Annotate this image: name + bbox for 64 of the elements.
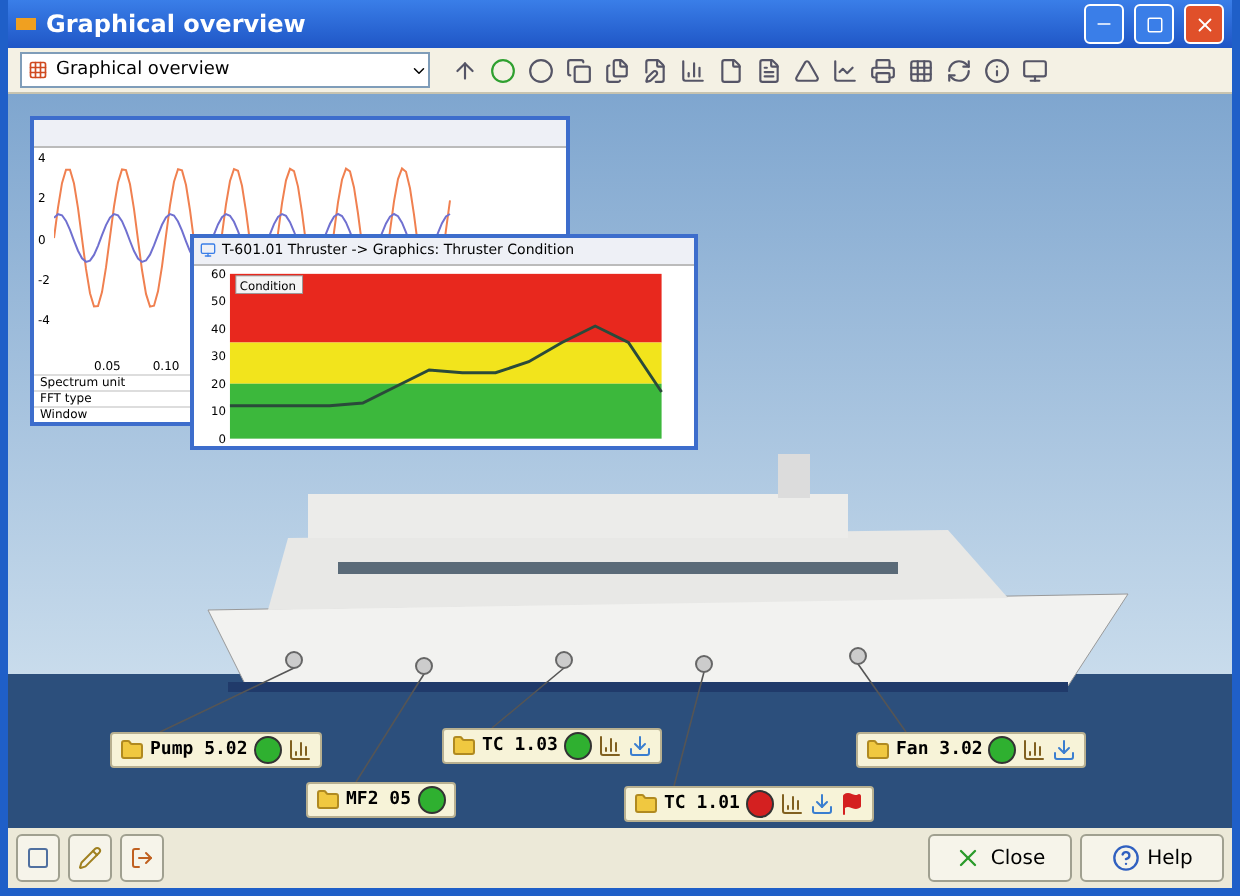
maximize-icon — [1145, 15, 1163, 33]
grid-icon — [28, 60, 48, 80]
folder-icon — [634, 792, 658, 816]
sensor-pin — [695, 655, 713, 673]
close-icon — [1193, 13, 1215, 35]
exit-button[interactable] — [120, 834, 164, 882]
help-button[interactable]: Help — [1080, 834, 1224, 882]
sensor-pin — [285, 651, 303, 669]
sensor-label: TC 1.03 — [482, 736, 558, 756]
download-icon[interactable] — [627, 734, 652, 758]
window-icon — [200, 242, 216, 259]
toolbar-icon[interactable] — [1018, 54, 1050, 86]
maximize-button[interactable] — [1134, 4, 1174, 44]
download-icon[interactable] — [1052, 738, 1077, 762]
toolbar-icon[interactable] — [486, 54, 518, 86]
window-button[interactable] — [16, 834, 60, 882]
minimize-button[interactable] — [1084, 4, 1124, 44]
exit-icon — [130, 846, 154, 870]
sensor-label: Pump 5.02 — [150, 740, 248, 760]
toolbar-icon[interactable] — [980, 54, 1012, 86]
close-button[interactable]: Close — [928, 834, 1072, 882]
toolbar-icon[interactable] — [562, 54, 594, 86]
folder-icon — [316, 788, 340, 812]
sensor-pin — [555, 651, 573, 669]
folder-icon — [452, 734, 476, 758]
trend-icon[interactable] — [1022, 738, 1047, 762]
toolbar-icon[interactable] — [676, 54, 708, 86]
toolbar-icon[interactable] — [828, 54, 860, 86]
sensor-label: MF2 05 — [346, 790, 412, 810]
leader-line — [491, 667, 565, 729]
folder-icon — [866, 738, 890, 762]
toolbar-icon[interactable] — [942, 54, 974, 86]
trend-icon[interactable] — [287, 738, 312, 762]
sensor-tag[interactable]: TC 1.01 — [624, 786, 874, 822]
sensor-tag[interactable]: MF2 05 — [306, 782, 456, 818]
toolbar-icon[interactable] — [866, 54, 898, 86]
close-button[interactable] — [1184, 4, 1224, 44]
leader-line — [159, 667, 295, 733]
folder-icon — [120, 738, 144, 762]
sensor-pin — [415, 657, 433, 675]
sensor-pin — [849, 647, 867, 665]
toolbar-icon[interactable] — [790, 54, 822, 86]
help-icon — [1111, 844, 1140, 872]
window-title: Graphical overview — [46, 10, 308, 38]
trend-icon[interactable] — [597, 734, 622, 758]
leader-line — [857, 663, 907, 733]
sensor-tag[interactable]: Pump 5.02 — [110, 732, 322, 768]
download-icon[interactable] — [809, 792, 834, 816]
window-icon — [26, 846, 50, 870]
app-icon — [16, 18, 36, 30]
flag-icon[interactable] — [839, 792, 864, 816]
pencil-icon — [78, 846, 102, 870]
toolbar-icon[interactable] — [600, 54, 632, 86]
sensor-label: TC 1.01 — [664, 794, 740, 814]
view-dropdown[interactable]: Graphical overview — [20, 52, 430, 88]
toolbar-icon[interactable] — [524, 54, 556, 86]
sensor-tag[interactable]: Fan 3.02 — [856, 732, 1087, 768]
toolbar-icon[interactable] — [904, 54, 936, 86]
edit-button[interactable] — [68, 834, 112, 882]
trend-icon[interactable] — [779, 792, 804, 816]
sensor-label: Fan 3.02 — [896, 740, 983, 760]
sensor-tag[interactable]: TC 1.03 — [442, 728, 662, 764]
leader-line — [673, 671, 705, 787]
leader-line — [355, 673, 425, 783]
